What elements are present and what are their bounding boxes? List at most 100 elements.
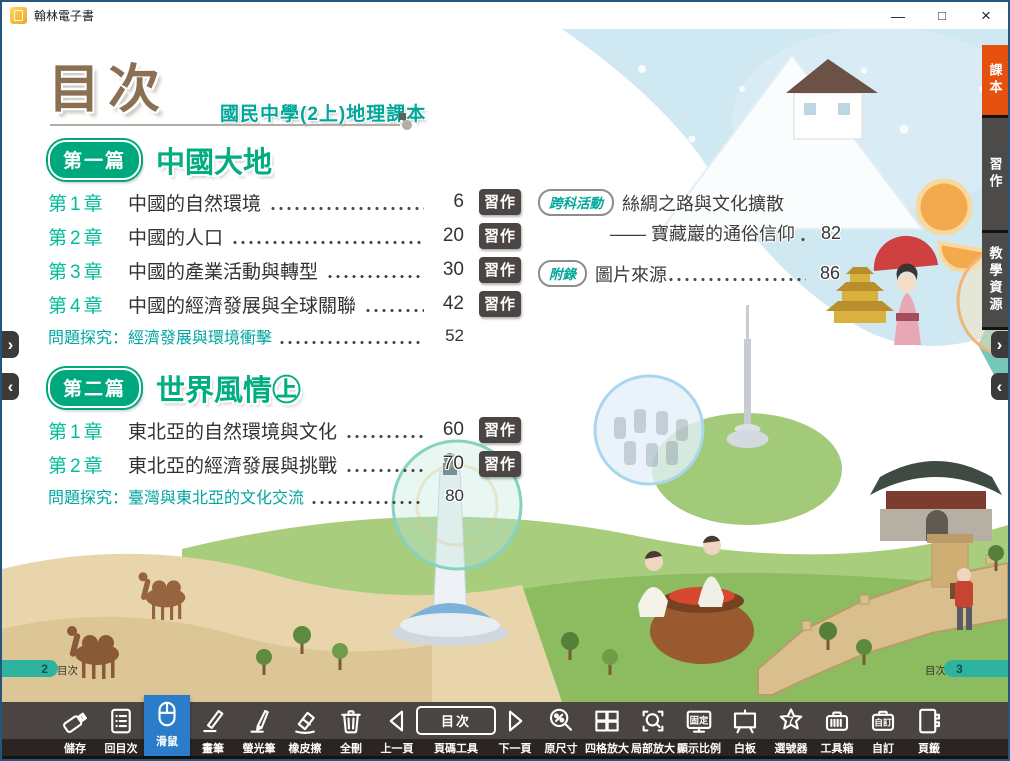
page-number-tool[interactable]: 目次 頁碼工具 bbox=[420, 702, 492, 756]
section-2-title: 世界風情㊤ bbox=[156, 367, 301, 409]
resource-tabs: 課本 習作 教學資源 bbox=[982, 45, 1008, 330]
original-size-button[interactable]: 原尺寸 bbox=[538, 702, 584, 756]
zoom-percent-icon bbox=[546, 702, 576, 739]
toc-row-s1c2[interactable]: 第2章 中國的人口 20 習作 bbox=[48, 219, 464, 253]
display-scale-button[interactable]: 固定 顯示比例 bbox=[676, 702, 722, 756]
number-picker-button[interactable]: 7 選號器 bbox=[768, 702, 814, 756]
chapter-page: 20 bbox=[428, 225, 464, 247]
toc-row-s2c2[interactable]: 第2章 東北亞的經濟發展與挑戰 70 習作 bbox=[48, 447, 464, 481]
chapter-number: 第1章 bbox=[48, 417, 128, 444]
highlighter-tool-button[interactable]: 螢光筆 bbox=[236, 702, 282, 756]
toc-row-s1c3[interactable]: 第3章 中國的產業活動與轉型 30 習作 bbox=[48, 253, 464, 287]
quad-grid-icon bbox=[592, 702, 622, 739]
prev-page-icon bbox=[382, 702, 412, 739]
toc-return-icon bbox=[106, 702, 136, 739]
cross-activity-title: 絲綢之路與文化擴散 bbox=[622, 190, 784, 216]
toc-row-s1c1[interactable]: 第1章 中國的自然環境 6 習作 bbox=[48, 185, 464, 219]
appendix-page: 86 bbox=[810, 263, 840, 284]
tab-textbook[interactable]: 課本 bbox=[982, 45, 1008, 115]
explore-page: 52 bbox=[428, 326, 464, 346]
custom-box-icon: 自訂 bbox=[868, 702, 898, 739]
cross-activity-badge: 跨科活動 bbox=[538, 189, 614, 216]
extra-appendix[interactable]: 附錄 圖片來源 86 bbox=[538, 260, 840, 287]
toc-row-s2c1[interactable]: 第1章 東北亞的自然環境與文化 60 習作 bbox=[48, 413, 464, 447]
minimize-button[interactable]: — bbox=[876, 2, 920, 29]
chapter-page: 30 bbox=[428, 259, 464, 281]
workbook-badge[interactable]: 習作 bbox=[479, 189, 521, 215]
dot-leader bbox=[345, 434, 424, 439]
chapter-page: 42 bbox=[428, 293, 464, 315]
delete-all-button[interactable]: 全刪 bbox=[328, 702, 374, 756]
dot-leader bbox=[667, 277, 806, 282]
chapter-page: 6 bbox=[428, 191, 464, 213]
pen-tool-button[interactable]: 畫筆 bbox=[190, 702, 236, 756]
right-edge-back-arrow[interactable]: ‹ bbox=[991, 373, 1008, 400]
eraser-tool-button[interactable]: 橡皮擦 bbox=[282, 702, 328, 756]
mouse-tool-button[interactable]: 滑鼠 bbox=[144, 695, 190, 756]
dot-leader bbox=[310, 500, 424, 505]
region-zoom-icon bbox=[638, 702, 668, 739]
eraser-icon bbox=[290, 702, 320, 739]
section-1-title: 中國大地 bbox=[156, 139, 272, 181]
dot-leader bbox=[278, 340, 424, 345]
page-tabs-button[interactable]: 頁籤 bbox=[906, 702, 952, 756]
toolbox-button[interactable]: 工具箱 bbox=[814, 702, 860, 756]
toc-list: 第一篇 中國大地 第1章 中國的自然環境 6 習作 第2章 中國的人口 20 習… bbox=[48, 139, 464, 511]
dot-leader bbox=[799, 237, 807, 242]
chapter-title: 東北亞的自然環境與文化 bbox=[128, 417, 337, 444]
dot-leader bbox=[345, 468, 424, 473]
toc-row-s1c4[interactable]: 第4章 中國的經濟發展與全球關聯 42 習作 bbox=[48, 287, 464, 321]
right-edge-forward-arrow[interactable]: › bbox=[991, 331, 1008, 358]
section-2-header: 第二篇 世界風情㊤ bbox=[48, 367, 464, 409]
close-button[interactable]: × bbox=[964, 2, 1008, 29]
section-1-header: 第一篇 中國大地 bbox=[48, 139, 464, 181]
cross-activity-subtitle: —— 寶藏巖的通俗信仰 bbox=[610, 220, 795, 246]
region-zoom-button[interactable]: 局部放大 bbox=[630, 702, 676, 756]
explore-page: 80 bbox=[428, 486, 464, 506]
next-page-button[interactable]: 下一頁 bbox=[492, 702, 538, 756]
left-edge-forward-arrow[interactable]: › bbox=[2, 331, 19, 358]
chapter-number: 第1章 bbox=[48, 189, 128, 216]
whiteboard-button[interactable]: 白板 bbox=[722, 702, 768, 756]
trash-icon bbox=[336, 702, 366, 739]
quad-zoom-button[interactable]: 四格放大 bbox=[584, 702, 630, 756]
save-button[interactable]: 儲存 bbox=[52, 702, 98, 756]
appendix-title: 圖片來源 bbox=[595, 261, 667, 287]
right-page-label: 目次 bbox=[925, 663, 946, 678]
chapter-title: 中國的人口 bbox=[128, 223, 223, 250]
previous-page-button[interactable]: 上一頁 bbox=[374, 702, 420, 756]
toolbox-icon bbox=[822, 702, 852, 739]
mouse-icon bbox=[152, 695, 182, 732]
toc-row-s1-explore[interactable]: 問題探究：經濟發展與環境衝擊 52 bbox=[48, 321, 464, 351]
cross-activity-page: 82 bbox=[811, 223, 841, 244]
titlebar: 翰林電子書 — □ × bbox=[2, 2, 1008, 29]
window-title: 翰林電子書 bbox=[34, 7, 94, 24]
bottom-toolbar: 儲存 回目次 滑鼠 bbox=[2, 702, 1008, 761]
next-page-icon bbox=[500, 702, 530, 739]
chapter-page: 60 bbox=[428, 419, 464, 441]
chapter-number: 第2章 bbox=[48, 451, 128, 478]
tab-workbook[interactable]: 習作 bbox=[982, 118, 1008, 230]
left-page-label: 目次 bbox=[57, 663, 78, 678]
back-to-toc-button[interactable]: 回目次 bbox=[98, 702, 144, 756]
left-edge-back-arrow[interactable]: ‹ bbox=[2, 373, 19, 400]
decor-korean-gate bbox=[870, 461, 1002, 541]
workbook-badge[interactable]: 習作 bbox=[479, 223, 521, 249]
explore-title: 問題探究：經濟發展與環境衝擊 bbox=[48, 324, 272, 348]
section-2-badge: 第二篇 bbox=[48, 368, 141, 408]
workbook-badge[interactable]: 習作 bbox=[479, 257, 521, 283]
explore-title: 問題探究：臺灣與東北亞的文化交流 bbox=[48, 484, 304, 508]
app-window: 翰林電子書 — □ × bbox=[0, 0, 1010, 761]
tab-teaching-resources[interactable]: 教學資源 bbox=[982, 233, 1008, 327]
toc-row-s2-explore[interactable]: 問題探究：臺灣與東北亞的文化交流 80 bbox=[48, 481, 464, 511]
extra-cross-activity[interactable]: 跨科活動 絲綢之路與文化擴散 —— 寶藏巖的通俗信仰 82 bbox=[538, 189, 840, 246]
workbook-badge[interactable]: 習作 bbox=[479, 291, 521, 317]
workbook-badge[interactable]: 習作 bbox=[479, 451, 521, 477]
svg-text:固定: 固定 bbox=[690, 714, 709, 725]
toc-extras: 跨科活動 絲綢之路與文化擴散 —— 寶藏巖的通俗信仰 82 附錄 圖片來源 86 bbox=[538, 189, 840, 287]
workbook-badge[interactable]: 習作 bbox=[479, 417, 521, 443]
divider-square bbox=[399, 113, 406, 120]
chapter-number: 第3章 bbox=[48, 257, 128, 284]
maximize-button[interactable]: □ bbox=[920, 2, 964, 29]
custom-button[interactable]: 自訂 自訂 bbox=[860, 702, 906, 756]
